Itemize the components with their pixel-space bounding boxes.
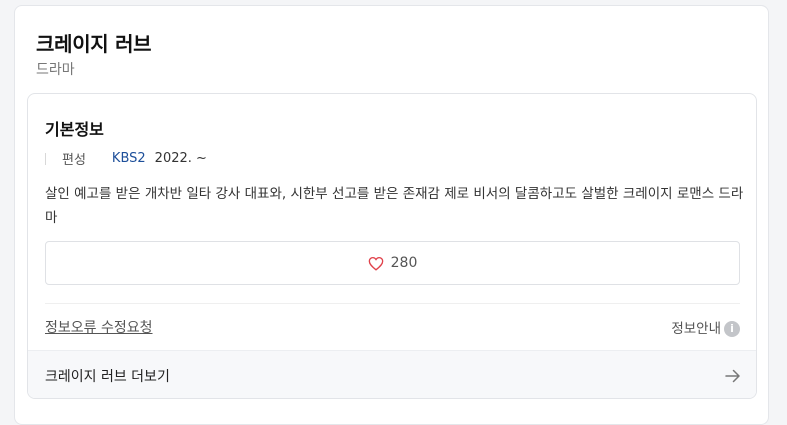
like-button[interactable]: 280 xyxy=(45,241,740,285)
report-error-link[interactable]: 정보오류 수정요청 xyxy=(45,317,153,337)
section-title: 기본정보 xyxy=(45,120,104,139)
arrow-right-icon xyxy=(725,369,740,382)
heart-outline-icon xyxy=(368,256,383,271)
genre-label: 드라마 xyxy=(36,62,75,78)
info-guide-label: 정보안내 xyxy=(671,321,721,337)
info-guide-button[interactable]: 정보안내 i xyxy=(671,317,740,337)
like-count: 280 xyxy=(390,255,418,271)
basic-info-card: 기본정보 편성 KBS2 2022. ~ 살인 예고를 받은 개차반 일타 강사… xyxy=(27,93,757,399)
page-title: 크레이지 러브 xyxy=(36,32,152,56)
channel-link[interactable]: KBS2 xyxy=(112,151,146,166)
more-label: 크레이지 러브 더보기 xyxy=(45,368,170,385)
drama-info-panel: 크레이지 러브 드라마 기본정보 편성 KBS2 2022. ~ 살인 예고를 … xyxy=(14,5,769,425)
air-date: 2022. ~ xyxy=(154,151,207,166)
broadcast-info-row: 편성 KBS2 2022. ~ xyxy=(45,149,207,168)
divider xyxy=(45,303,740,304)
broadcast-label: 편성 xyxy=(62,153,86,168)
meta-divider xyxy=(45,152,46,165)
info-icon: i xyxy=(724,320,740,337)
more-link[interactable]: 크레이지 러브 더보기 xyxy=(28,350,756,398)
synopsis: 살인 예고를 받은 개차반 일타 강사 대표와, 시한부 선고를 받은 존재감 … xyxy=(45,186,744,226)
